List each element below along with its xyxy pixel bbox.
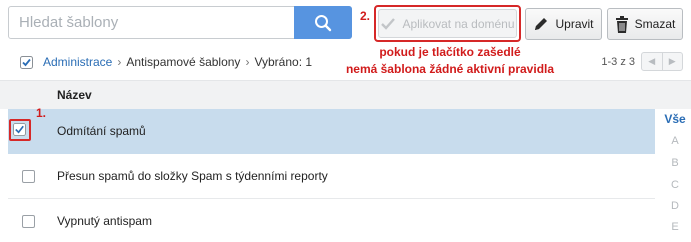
pencil-icon — [535, 18, 548, 30]
annotation-note: pokud je tlačítko zašedlé nemá šablona ž… — [340, 44, 560, 78]
search-button[interactable] — [294, 6, 352, 39]
row-label: Vypnutý antispam — [57, 214, 152, 228]
delete-button[interactable]: Smazat — [607, 8, 683, 40]
alphabet-filter-letter[interactable]: B — [660, 157, 690, 169]
search-input[interactable] — [19, 7, 289, 38]
table-header: Název — [0, 80, 691, 109]
table-row[interactable]: Vypnutý antispam — [8, 199, 655, 242]
pagination-controls: ◀ ▶ — [641, 52, 683, 71]
edit-button[interactable]: Upravit — [525, 8, 602, 40]
breadcrumb: Administrace › Antispamové šablony › Vyb… — [20, 54, 312, 70]
search-box — [8, 6, 352, 39]
table-row[interactable]: Odmítání spamů — [8, 109, 655, 154]
alphabet-filter-all[interactable]: Vše — [660, 112, 690, 126]
annotation-highlight-checkbox — [9, 119, 31, 141]
row-checkbox[interactable] — [22, 170, 35, 183]
table-row[interactable]: Přesun spamů do složky Spam s týdenními … — [8, 154, 655, 199]
row-label: Odmítání spamů — [57, 124, 146, 138]
row-checkbox-checked-icon[interactable] — [13, 123, 26, 136]
search-icon — [315, 14, 332, 31]
checkbox-checked-icon[interactable] — [20, 55, 33, 69]
alphabet-filter-letter[interactable]: C — [660, 179, 690, 191]
alphabet-filter-letter[interactable]: E — [660, 221, 690, 233]
annotation-note-line1: pokud je tlačítko zašedlé — [379, 45, 521, 59]
annotation-note-line2: nemá šablona žádné aktivní pravidla — [345, 62, 555, 76]
annotation-marker-2: 2. — [360, 9, 371, 23]
alphabet-filter-letter[interactable]: D — [660, 200, 690, 212]
chevron-left-icon[interactable]: ◀ — [642, 53, 662, 70]
breadcrumb-separator-icon: › — [245, 55, 250, 69]
row-label: Přesun spamů do složky Spam s týdenními … — [57, 169, 328, 183]
annotation-marker-1: 1. — [36, 106, 47, 120]
edit-button-label: Upravit — [555, 17, 594, 31]
delete-button-label: Smazat — [634, 17, 676, 31]
apply-button-label: Aplikovat na doménu — [402, 16, 515, 31]
selection-count: Vybráno: 1 — [254, 55, 313, 69]
trash-icon — [615, 15, 628, 33]
apply-to-domain-button[interactable]: Aplikovat na doménu — [378, 9, 517, 38]
checkmark-icon — [381, 17, 396, 30]
pagination-range: 1-3 z 3 — [601, 56, 635, 68]
breadcrumb-current: Antispamové šablony — [126, 55, 241, 69]
breadcrumb-separator-icon: › — [117, 55, 122, 69]
breadcrumb-root-link[interactable]: Administrace — [43, 55, 112, 69]
column-header-name[interactable]: Název — [57, 88, 92, 102]
alphabet-filter-letter[interactable]: A — [660, 135, 690, 147]
row-checkbox[interactable] — [22, 215, 35, 228]
chevron-right-icon[interactable]: ▶ — [661, 53, 683, 70]
